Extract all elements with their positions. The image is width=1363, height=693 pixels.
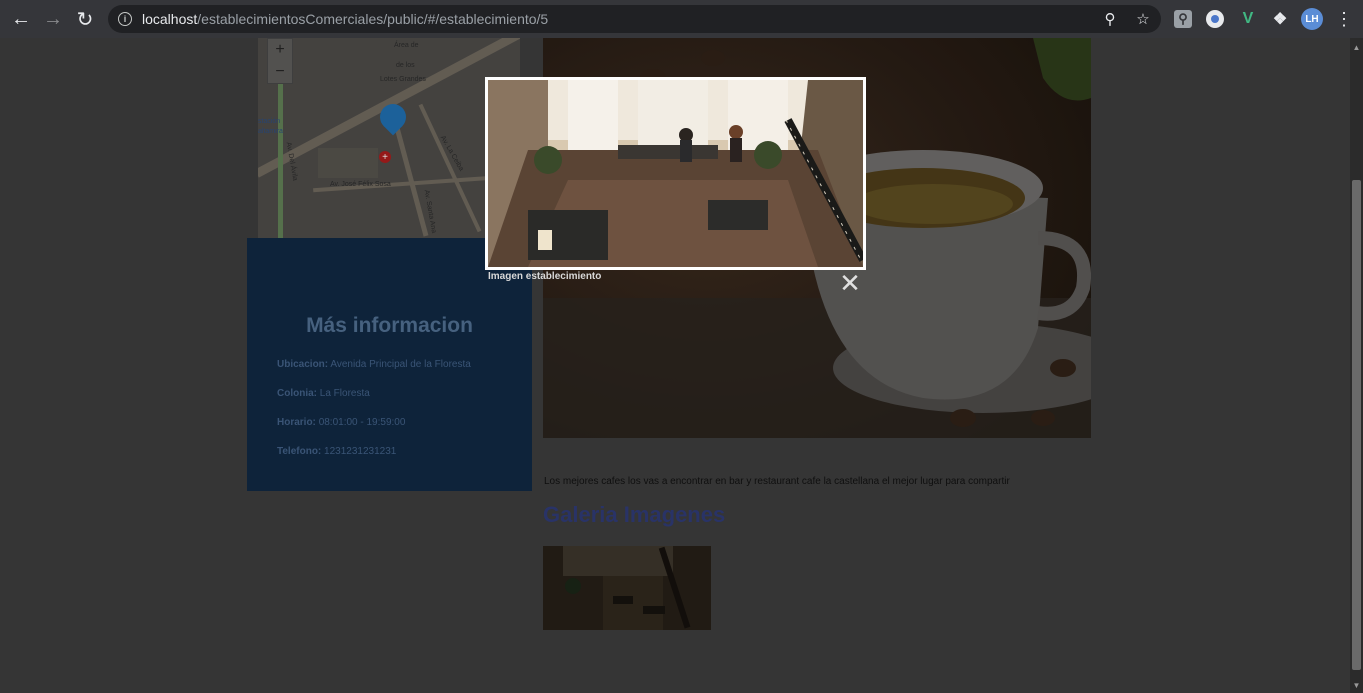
zoom-icon[interactable]: ⚲ — [1101, 10, 1119, 28]
info-icon[interactable]: i — [118, 12, 132, 26]
scrollbar[interactable]: ▲ ▼ — [1350, 38, 1363, 693]
scroll-up-icon[interactable]: ▲ — [1350, 40, 1363, 54]
lightbox-caption: Imagen establecimiento — [488, 271, 602, 282]
close-icon[interactable]: ✕ — [838, 270, 862, 296]
scroll-thumb[interactable] — [1352, 180, 1361, 670]
extension-search-icon[interactable]: ⚲ — [1174, 10, 1192, 28]
lightbox-image — [488, 80, 863, 267]
forward-arrow-icon[interactable]: → — [37, 3, 69, 35]
url-path: /establecimientosComerciales/public/#/es… — [197, 11, 549, 27]
menu-dots-icon[interactable]: ⋮ — [1335, 8, 1353, 30]
extension-circle-icon[interactable] — [1206, 10, 1224, 28]
lightbox — [485, 77, 866, 270]
reload-icon[interactable]: ↻ — [69, 3, 101, 35]
back-arrow-icon[interactable]: ← — [5, 3, 37, 35]
vue-icon[interactable]: V — [1238, 9, 1258, 29]
profile-avatar[interactable]: LH — [1301, 8, 1323, 30]
scroll-down-icon[interactable]: ▼ — [1350, 678, 1363, 692]
address-bar[interactable]: i localhost/establecimientosComerciales/… — [108, 5, 1161, 33]
puzzle-icon[interactable]: ❖ — [1270, 9, 1290, 29]
url-text[interactable]: localhost/establecimientosComerciales/pu… — [142, 11, 548, 27]
browser-toolbar: ← → ↻ i localhost/establecimientosComerc… — [0, 0, 1363, 38]
url-host: localhost — [142, 11, 198, 27]
star-icon[interactable]: ☆ — [1134, 10, 1152, 28]
